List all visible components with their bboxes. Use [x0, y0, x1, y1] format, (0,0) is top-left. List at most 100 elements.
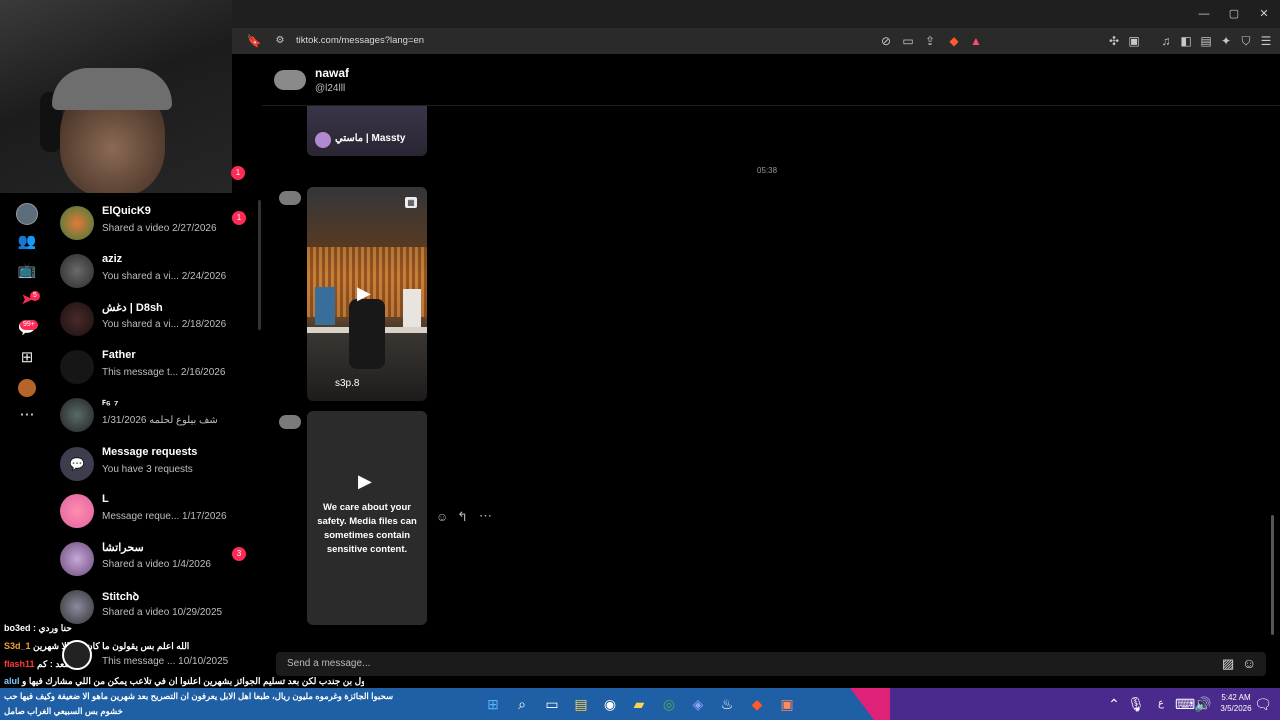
conversation-item[interactable]: دغش | D8sh You shared a vi... 2/18/2026	[60, 299, 256, 347]
volume-icon[interactable]: 🔊	[1194, 695, 1212, 713]
stream-chat-line: bo3ed : حنا وردي	[4, 623, 72, 633]
tab-icon[interactable]: ▣	[1126, 33, 1142, 49]
list-scrollbar[interactable]	[258, 200, 261, 330]
conversation-item[interactable]: Father This message t... 2/16/2026	[60, 347, 256, 395]
play-icon[interactable]: ▶	[357, 283, 371, 304]
discord-icon[interactable]: ◈	[689, 695, 707, 713]
conversation-name: Stitchꝺ	[102, 591, 140, 603]
cast-icon[interactable]: ▭	[900, 33, 916, 49]
conversation-date: 2/16/2026	[180, 367, 226, 378]
chat-scrollbar[interactable]	[1271, 515, 1274, 635]
conversation-avatar	[60, 398, 94, 432]
emoji-icon[interactable]: ☺	[1242, 655, 1256, 671]
clock-time: 5:42 AM	[1221, 693, 1251, 702]
browser-titlebar	[232, 0, 1280, 28]
chair-shape	[349, 299, 385, 369]
reply-icon[interactable]: ↰	[457, 509, 468, 525]
conversation-preview: Shared a video 10/29/2025	[102, 607, 223, 618]
unread-badge: 1	[232, 211, 246, 225]
profile-avatar[interactable]	[16, 203, 38, 225]
search-icon[interactable]: ⌕	[513, 695, 531, 713]
conversation-item[interactable]: 💬 Message requests You have 3 requests	[60, 444, 256, 492]
conversation-avatar	[60, 494, 94, 528]
conversation-preview: You shared a vi... 2/24/2026	[102, 271, 227, 282]
conversation-date: 2/24/2026	[181, 271, 227, 282]
conversation-name: دغش | D8sh	[102, 302, 163, 314]
steam-icon[interactable]: ♨	[718, 695, 736, 713]
sender-avatar	[279, 191, 301, 205]
bookmark-icon[interactable]: 🔖	[246, 33, 262, 49]
creator-label: ماستي | Massty	[335, 133, 406, 144]
close-icon[interactable]: ✕	[1254, 6, 1274, 22]
no-tracking-icon[interactable]: ⊘	[878, 33, 894, 49]
conversation-date: 2/27/2026	[172, 223, 217, 234]
file-explorer-icon[interactable]: ▰	[630, 695, 648, 713]
tray-chevron-icon[interactable]: ⌃	[1105, 695, 1123, 713]
url-text[interactable]: tiktok.com/messages?lang=en	[296, 34, 424, 48]
conversation-name: سحراتشا	[102, 542, 144, 554]
leo-ai-icon[interactable]: ✦	[1218, 33, 1234, 49]
wallet-icon[interactable]: ▤	[1198, 33, 1214, 49]
brave-icon[interactable]: ◆	[748, 695, 766, 713]
more-icon[interactable]: ⋯	[16, 404, 38, 426]
attach-image-icon[interactable]: ▨	[1222, 656, 1234, 672]
streamer-cap	[52, 68, 172, 110]
react-icon[interactable]: ☺	[436, 510, 448, 524]
inbox-badge: 99+	[20, 320, 38, 330]
conversation-item[interactable]: سحراتشا Shared a video 1/4/2026 3	[60, 539, 256, 587]
conversation-preview: You have 3 requests	[102, 464, 193, 475]
shared-video-card[interactable]: ▦ ▶ s3p.8	[307, 187, 427, 401]
music-icon[interactable]: ♫	[1158, 33, 1174, 49]
chat-name[interactable]: nawaf	[315, 66, 349, 80]
chat-avatar[interactable]	[274, 70, 306, 90]
more-options-icon[interactable]: ⋯	[479, 508, 492, 524]
chat-handle: @l24lll	[315, 83, 346, 94]
menu-icon[interactable]: ☰	[1258, 33, 1274, 49]
microphone-icon[interactable]: 🎙	[1127, 695, 1145, 713]
conversation-avatar	[60, 302, 94, 336]
clock[interactable]: 5:42 AM 3/5/2026	[1214, 692, 1258, 714]
obs-icon[interactable]: ◉	[601, 695, 619, 713]
chrome-icon[interactable]: ◎	[660, 695, 678, 713]
message-input[interactable]: Send a message... ▨ ☺	[276, 652, 1266, 676]
conversation-avatar	[60, 590, 94, 624]
upload-icon[interactable]: ⊞	[16, 347, 38, 369]
rewards-icon[interactable]: ▲	[968, 33, 984, 49]
minimize-icon[interactable]: —	[1194, 6, 1214, 22]
unread-badge: 3	[232, 547, 246, 561]
conversation-item[interactable]: L Message reque... 1/17/2026	[60, 491, 256, 539]
notification-icon[interactable]: 🗨	[1254, 695, 1272, 713]
conversation-avatar: 💬	[60, 447, 94, 481]
conversation-preview: This message t... 2/16/2026	[102, 367, 226, 378]
console-shape	[403, 289, 421, 329]
maximize-icon[interactable]: ▢	[1224, 6, 1244, 22]
site-info-icon[interactable]: ⚙	[272, 33, 288, 49]
conversation-date: 2/18/2026	[181, 319, 227, 330]
safety-notice: We care about your safety. Media files c…	[317, 502, 417, 555]
unread-badge: 1	[231, 166, 245, 180]
webcam-overlay	[0, 0, 232, 193]
language-indicator[interactable]: ع	[1152, 695, 1170, 713]
shared-video-card[interactable]: ماستي | Massty	[307, 106, 427, 156]
conversation-item[interactable]: ꟳ⁶ ⁷ شف بيلوع لحلمه 1/31/2026	[60, 395, 256, 443]
task-view-icon[interactable]: ▭	[543, 695, 561, 713]
share-icon[interactable]: ⇪	[922, 33, 938, 49]
chat-header	[262, 54, 1280, 106]
start-icon[interactable]: ⊞	[484, 695, 502, 713]
live-icon[interactable]: 📺	[16, 260, 38, 282]
conversation-item[interactable]: aziz You shared a vi... 2/24/2026	[60, 251, 256, 299]
sidebar-icon[interactable]: ◧	[1178, 33, 1194, 49]
brave-shield-icon[interactable]: ◆	[946, 33, 962, 49]
play-icon[interactable]: ▶	[358, 471, 372, 492]
activity-badge: 5	[30, 291, 40, 301]
extensions-icon[interactable]: ✣	[1106, 33, 1122, 49]
game-icon[interactable]: ▣	[778, 695, 796, 713]
store-icon[interactable]: ▤	[572, 695, 590, 713]
profile-icon[interactable]	[18, 379, 36, 397]
vpn-icon[interactable]: ⛉	[1238, 33, 1254, 49]
network-icon[interactable]: ⌨	[1175, 695, 1195, 713]
conversation-item[interactable]: ElQuicK9 Shared a video 2/27/2026 1	[60, 203, 256, 251]
stream-chat-line: alul كان الاول بن جندب لكن بعد تسليم الج…	[4, 676, 364, 686]
sensitive-media-card[interactable]: ▶ We care about your safety. Media files…	[307, 411, 427, 625]
friends-icon[interactable]: 👥	[16, 231, 38, 253]
